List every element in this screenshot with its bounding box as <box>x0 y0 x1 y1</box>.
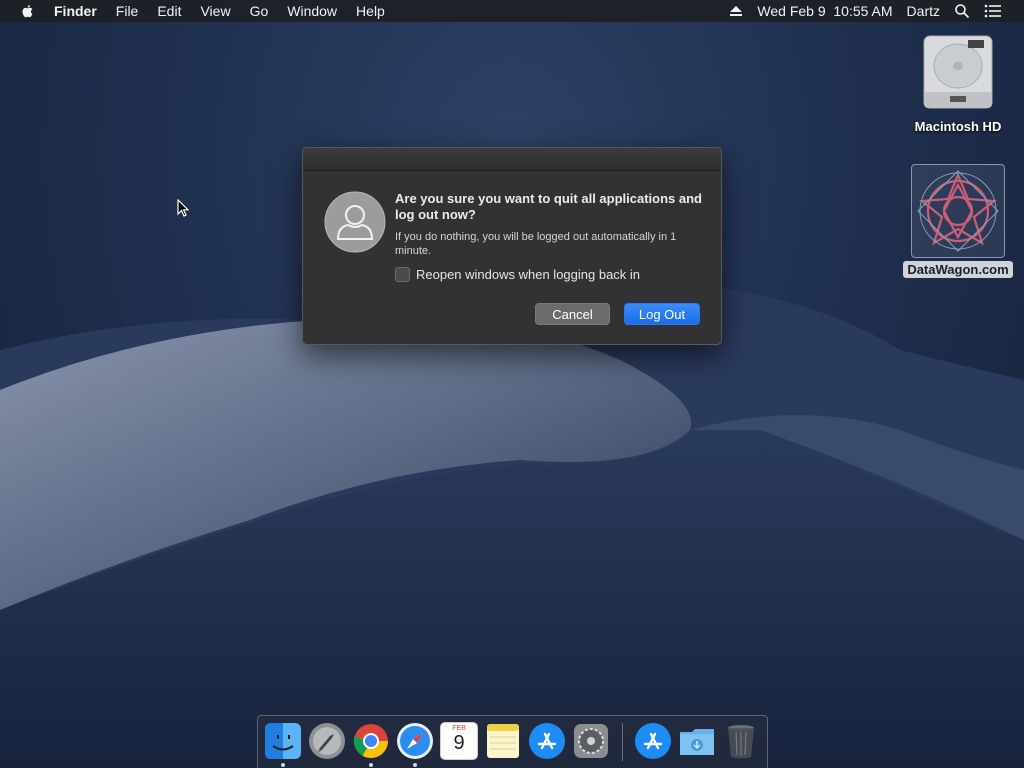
mouse-pointer-icon <box>177 199 189 217</box>
menubar-user[interactable]: Dartz <box>907 3 940 19</box>
calendar-month: FEB <box>452 725 466 732</box>
menu-help[interactable]: Help <box>356 3 385 19</box>
spotlight-search-icon[interactable] <box>954 3 970 19</box>
app-store-icon[interactable] <box>528 722 566 760</box>
dialog-titlebar[interactable] <box>303 148 721 171</box>
menu-view[interactable]: View <box>200 3 230 19</box>
reopen-windows-label[interactable]: Reopen windows when logging back in <box>416 267 640 282</box>
calendar-day: 9 <box>453 732 465 754</box>
dock-separator <box>622 723 623 761</box>
datawagon-image-icon <box>911 164 1005 258</box>
finder-icon[interactable] <box>264 722 302 760</box>
cancel-button[interactable]: Cancel <box>535 303 610 325</box>
app-store-icon[interactable] <box>634 722 672 760</box>
user-avatar-icon <box>324 191 386 253</box>
menu-window[interactable]: Window <box>287 3 337 19</box>
menu-file[interactable]: File <box>116 3 139 19</box>
system-preferences-icon[interactable] <box>572 722 610 760</box>
safari-icon[interactable] <box>396 722 434 760</box>
menu-bar: Finder File Edit View Go Window Help Wed… <box>0 0 1024 22</box>
running-indicator <box>369 763 373 767</box>
desktop-icon-datawagon[interactable]: DataWagon.com <box>900 164 1016 278</box>
menu-edit[interactable]: Edit <box>157 3 181 19</box>
reopen-windows-option[interactable]: Reopen windows when logging back in <box>395 267 640 282</box>
notes-icon[interactable] <box>484 722 522 760</box>
eject-icon[interactable] <box>729 5 743 17</box>
downloads-folder-icon[interactable] <box>678 722 716 760</box>
menubar-clock[interactable]: Wed Feb 9 10:55 AM <box>757 3 892 19</box>
menu-go[interactable]: Go <box>250 3 269 19</box>
logout-confirmation-dialog: Are you sure you want to quit all applic… <box>302 147 722 345</box>
apple-menu-icon[interactable] <box>20 3 36 19</box>
chrome-icon[interactable] <box>352 722 390 760</box>
desktop-icon-macintosh-hd[interactable]: Macintosh HD <box>905 32 1011 134</box>
menu-app-finder[interactable]: Finder <box>54 3 97 19</box>
reopen-windows-checkbox[interactable] <box>395 267 410 282</box>
log-out-button[interactable]: Log Out <box>624 303 700 325</box>
desktop-icon-label: DataWagon.com <box>903 261 1013 278</box>
trash-icon[interactable] <box>722 722 760 760</box>
desktop-wallpaper <box>0 0 1024 768</box>
dialog-title: Are you sure you want to quit all applic… <box>395 191 702 222</box>
running-indicator <box>413 763 417 767</box>
dialog-message: If you do nothing, you will be logged ou… <box>395 231 677 257</box>
hard-drive-icon <box>923 35 993 109</box>
dock: FEB 9 <box>257 715 768 768</box>
desktop-icon-label: Macintosh HD <box>914 119 1002 134</box>
notification-center-icon[interactable] <box>984 4 1002 18</box>
calendar-icon[interactable]: FEB 9 <box>440 722 478 760</box>
running-indicator <box>281 763 285 767</box>
launchpad-icon[interactable] <box>308 722 346 760</box>
